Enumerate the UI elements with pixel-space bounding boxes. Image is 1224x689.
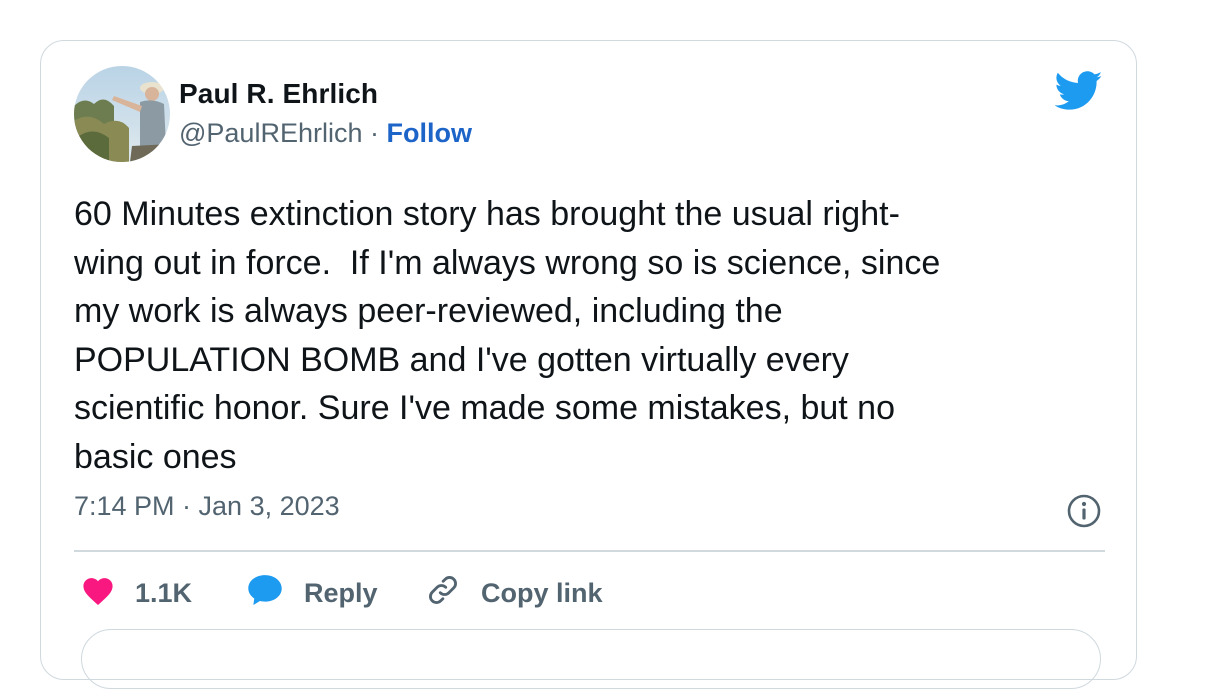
like-button[interactable]: 1.1K xyxy=(81,571,192,615)
twitter-bird-icon[interactable] xyxy=(1054,71,1103,111)
author-name[interactable]: Paul R. Ehrlich xyxy=(179,78,378,110)
heart-icon xyxy=(81,574,115,613)
divider xyxy=(74,550,1105,552)
read-replies-button[interactable] xyxy=(81,629,1101,689)
follow-button[interactable]: Follow xyxy=(387,118,472,148)
link-icon xyxy=(425,572,461,615)
tweet-timestamp[interactable]: 7:14 PM · Jan 3, 2023 xyxy=(74,491,340,522)
avatar[interactable] xyxy=(74,66,170,162)
tweet-text: 60 Minutes extinction story has brought … xyxy=(74,195,941,476)
copy-link-label: Copy link xyxy=(481,577,603,608)
info-icon[interactable] xyxy=(1066,493,1102,529)
tweet-card: Paul R. Ehrlich @PaulREhrlich · Follow 6… xyxy=(40,40,1137,689)
reply-label: Reply xyxy=(304,577,378,608)
author-handle-row: @PaulREhrlich · Follow xyxy=(179,118,472,149)
author-handle[interactable]: @PaulREhrlich xyxy=(179,118,362,148)
avatar-photo xyxy=(74,66,170,162)
copy-link-button[interactable]: Copy link xyxy=(425,571,603,615)
like-count: 1.1K xyxy=(135,577,193,608)
reply-button[interactable]: Reply xyxy=(246,571,378,615)
handle-separator: · xyxy=(370,118,379,148)
speech-bubble-icon xyxy=(246,573,284,614)
